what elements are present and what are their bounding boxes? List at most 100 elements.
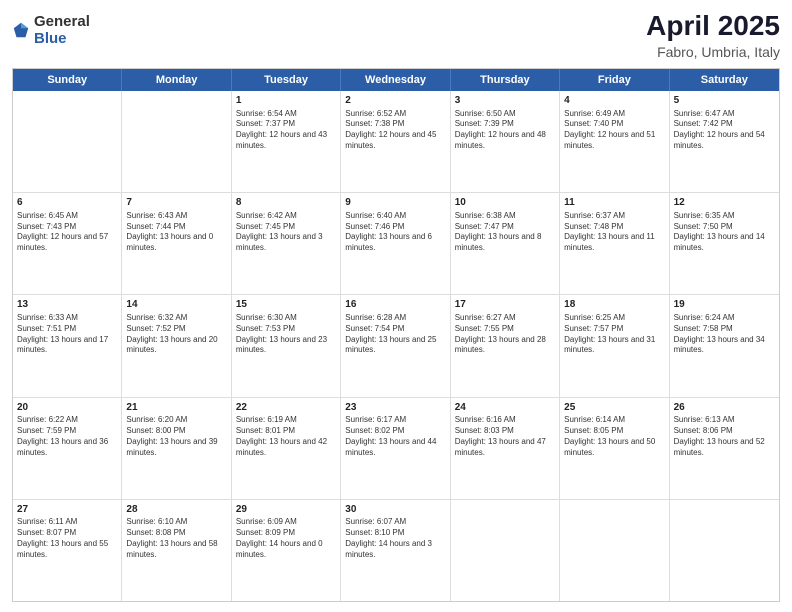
cell-text: Sunrise: 6:10 AM	[126, 517, 226, 528]
logo-general: General	[34, 14, 90, 31]
calendar-cell: 12Sunrise: 6:35 AMSunset: 7:50 PMDayligh…	[670, 193, 779, 294]
calendar-cell: 29Sunrise: 6:09 AMSunset: 8:09 PMDayligh…	[232, 500, 341, 601]
day-number: 15	[236, 298, 336, 312]
calendar: SundayMondayTuesdayWednesdayThursdayFrid…	[12, 68, 780, 602]
cell-text: Daylight: 13 hours and 6 minutes.	[345, 232, 445, 254]
day-number: 7	[126, 196, 226, 210]
day-number: 25	[564, 401, 664, 415]
calendar-cell: 28Sunrise: 6:10 AMSunset: 8:08 PMDayligh…	[122, 500, 231, 601]
cell-text: Sunrise: 6:16 AM	[455, 415, 555, 426]
cell-text: Sunrise: 6:45 AM	[17, 211, 117, 222]
cell-text: Daylight: 13 hours and 47 minutes.	[455, 437, 555, 459]
calendar-cell: 1Sunrise: 6:54 AMSunset: 7:37 PMDaylight…	[232, 91, 341, 192]
calendar-cell: 10Sunrise: 6:38 AMSunset: 7:47 PMDayligh…	[451, 193, 560, 294]
cell-text: Sunrise: 6:43 AM	[126, 211, 226, 222]
day-number: 19	[674, 298, 775, 312]
cell-text: Daylight: 13 hours and 39 minutes.	[126, 437, 226, 459]
cell-text: Sunrise: 6:17 AM	[345, 415, 445, 426]
cell-text: Sunset: 7:58 PM	[674, 324, 775, 335]
calendar-week-row: 27Sunrise: 6:11 AMSunset: 8:07 PMDayligh…	[13, 500, 779, 601]
page: General Blue April 2025 Fabro, Umbria, I…	[0, 0, 792, 612]
calendar-cell: 8Sunrise: 6:42 AMSunset: 7:45 PMDaylight…	[232, 193, 341, 294]
day-number: 8	[236, 196, 336, 210]
calendar-cell	[13, 91, 122, 192]
day-number: 11	[564, 196, 664, 210]
day-number: 30	[345, 503, 445, 517]
cell-text: Sunrise: 6:27 AM	[455, 313, 555, 324]
cell-text: Sunset: 7:52 PM	[126, 324, 226, 335]
cell-text: Sunset: 7:38 PM	[345, 119, 445, 130]
cell-text: Sunrise: 6:30 AM	[236, 313, 336, 324]
cell-text: Sunset: 7:42 PM	[674, 119, 775, 130]
day-number: 1	[236, 94, 336, 108]
cell-text: Sunset: 7:37 PM	[236, 119, 336, 130]
cell-text: Sunset: 7:55 PM	[455, 324, 555, 335]
cell-text: Daylight: 13 hours and 55 minutes.	[17, 539, 117, 561]
cell-text: Sunset: 7:46 PM	[345, 222, 445, 233]
cell-text: Daylight: 13 hours and 14 minutes.	[674, 232, 775, 254]
cell-text: Sunset: 7:53 PM	[236, 324, 336, 335]
calendar-cell	[451, 500, 560, 601]
cell-text: Sunrise: 6:22 AM	[17, 415, 117, 426]
calendar-cell: 14Sunrise: 6:32 AMSunset: 7:52 PMDayligh…	[122, 295, 231, 396]
logo-icon	[12, 21, 30, 39]
cell-text: Sunset: 7:59 PM	[17, 426, 117, 437]
calendar-header-day: Thursday	[451, 69, 560, 91]
cell-text: Sunset: 7:43 PM	[17, 222, 117, 233]
cell-text: Sunset: 7:51 PM	[17, 324, 117, 335]
calendar-cell: 30Sunrise: 6:07 AMSunset: 8:10 PMDayligh…	[341, 500, 450, 601]
calendar-cell	[122, 91, 231, 192]
cell-text: Sunrise: 6:52 AM	[345, 109, 445, 120]
cell-text: Daylight: 12 hours and 51 minutes.	[564, 130, 664, 152]
cell-text: Daylight: 13 hours and 20 minutes.	[126, 335, 226, 357]
calendar-cell: 9Sunrise: 6:40 AMSunset: 7:46 PMDaylight…	[341, 193, 450, 294]
cell-text: Sunset: 8:06 PM	[674, 426, 775, 437]
calendar-week-row: 13Sunrise: 6:33 AMSunset: 7:51 PMDayligh…	[13, 295, 779, 397]
cell-text: Daylight: 12 hours and 43 minutes.	[236, 130, 336, 152]
calendar-week-row: 1Sunrise: 6:54 AMSunset: 7:37 PMDaylight…	[13, 91, 779, 193]
cell-text: Sunrise: 6:09 AM	[236, 517, 336, 528]
cell-text: Sunset: 7:47 PM	[455, 222, 555, 233]
cell-text: Sunset: 7:40 PM	[564, 119, 664, 130]
cell-text: Sunset: 7:48 PM	[564, 222, 664, 233]
calendar-week-row: 20Sunrise: 6:22 AMSunset: 7:59 PMDayligh…	[13, 398, 779, 500]
day-number: 10	[455, 196, 555, 210]
calendar-cell: 11Sunrise: 6:37 AMSunset: 7:48 PMDayligh…	[560, 193, 669, 294]
cell-text: Sunset: 8:08 PM	[126, 528, 226, 539]
calendar-cell: 19Sunrise: 6:24 AMSunset: 7:58 PMDayligh…	[670, 295, 779, 396]
day-number: 17	[455, 298, 555, 312]
cell-text: Daylight: 13 hours and 23 minutes.	[236, 335, 336, 357]
cell-text: Sunset: 8:05 PM	[564, 426, 664, 437]
cell-text: Sunrise: 6:20 AM	[126, 415, 226, 426]
day-number: 26	[674, 401, 775, 415]
calendar-cell: 17Sunrise: 6:27 AMSunset: 7:55 PMDayligh…	[451, 295, 560, 396]
calendar-cell: 6Sunrise: 6:45 AMSunset: 7:43 PMDaylight…	[13, 193, 122, 294]
cell-text: Sunset: 8:01 PM	[236, 426, 336, 437]
day-number: 23	[345, 401, 445, 415]
cell-text: Daylight: 13 hours and 42 minutes.	[236, 437, 336, 459]
calendar-header-day: Sunday	[13, 69, 122, 91]
day-number: 27	[17, 503, 117, 517]
cell-text: Sunset: 8:10 PM	[345, 528, 445, 539]
cell-text: Sunrise: 6:35 AM	[674, 211, 775, 222]
calendar-cell	[560, 500, 669, 601]
cell-text: Daylight: 12 hours and 48 minutes.	[455, 130, 555, 152]
cell-text: Daylight: 12 hours and 54 minutes.	[674, 130, 775, 152]
cell-text: Sunrise: 6:37 AM	[564, 211, 664, 222]
header: General Blue April 2025 Fabro, Umbria, I…	[12, 10, 780, 60]
cell-text: Sunset: 8:02 PM	[345, 426, 445, 437]
cell-text: Sunset: 7:44 PM	[126, 222, 226, 233]
cell-text: Daylight: 13 hours and 11 minutes.	[564, 232, 664, 254]
cell-text: Daylight: 12 hours and 57 minutes.	[17, 232, 117, 254]
day-number: 4	[564, 94, 664, 108]
day-number: 13	[17, 298, 117, 312]
cell-text: Daylight: 13 hours and 17 minutes.	[17, 335, 117, 357]
calendar-header-day: Friday	[560, 69, 669, 91]
day-number: 21	[126, 401, 226, 415]
calendar-cell: 22Sunrise: 6:19 AMSunset: 8:01 PMDayligh…	[232, 398, 341, 499]
calendar-cell	[670, 500, 779, 601]
day-number: 29	[236, 503, 336, 517]
day-number: 28	[126, 503, 226, 517]
cell-text: Sunrise: 6:54 AM	[236, 109, 336, 120]
calendar-cell: 27Sunrise: 6:11 AMSunset: 8:07 PMDayligh…	[13, 500, 122, 601]
